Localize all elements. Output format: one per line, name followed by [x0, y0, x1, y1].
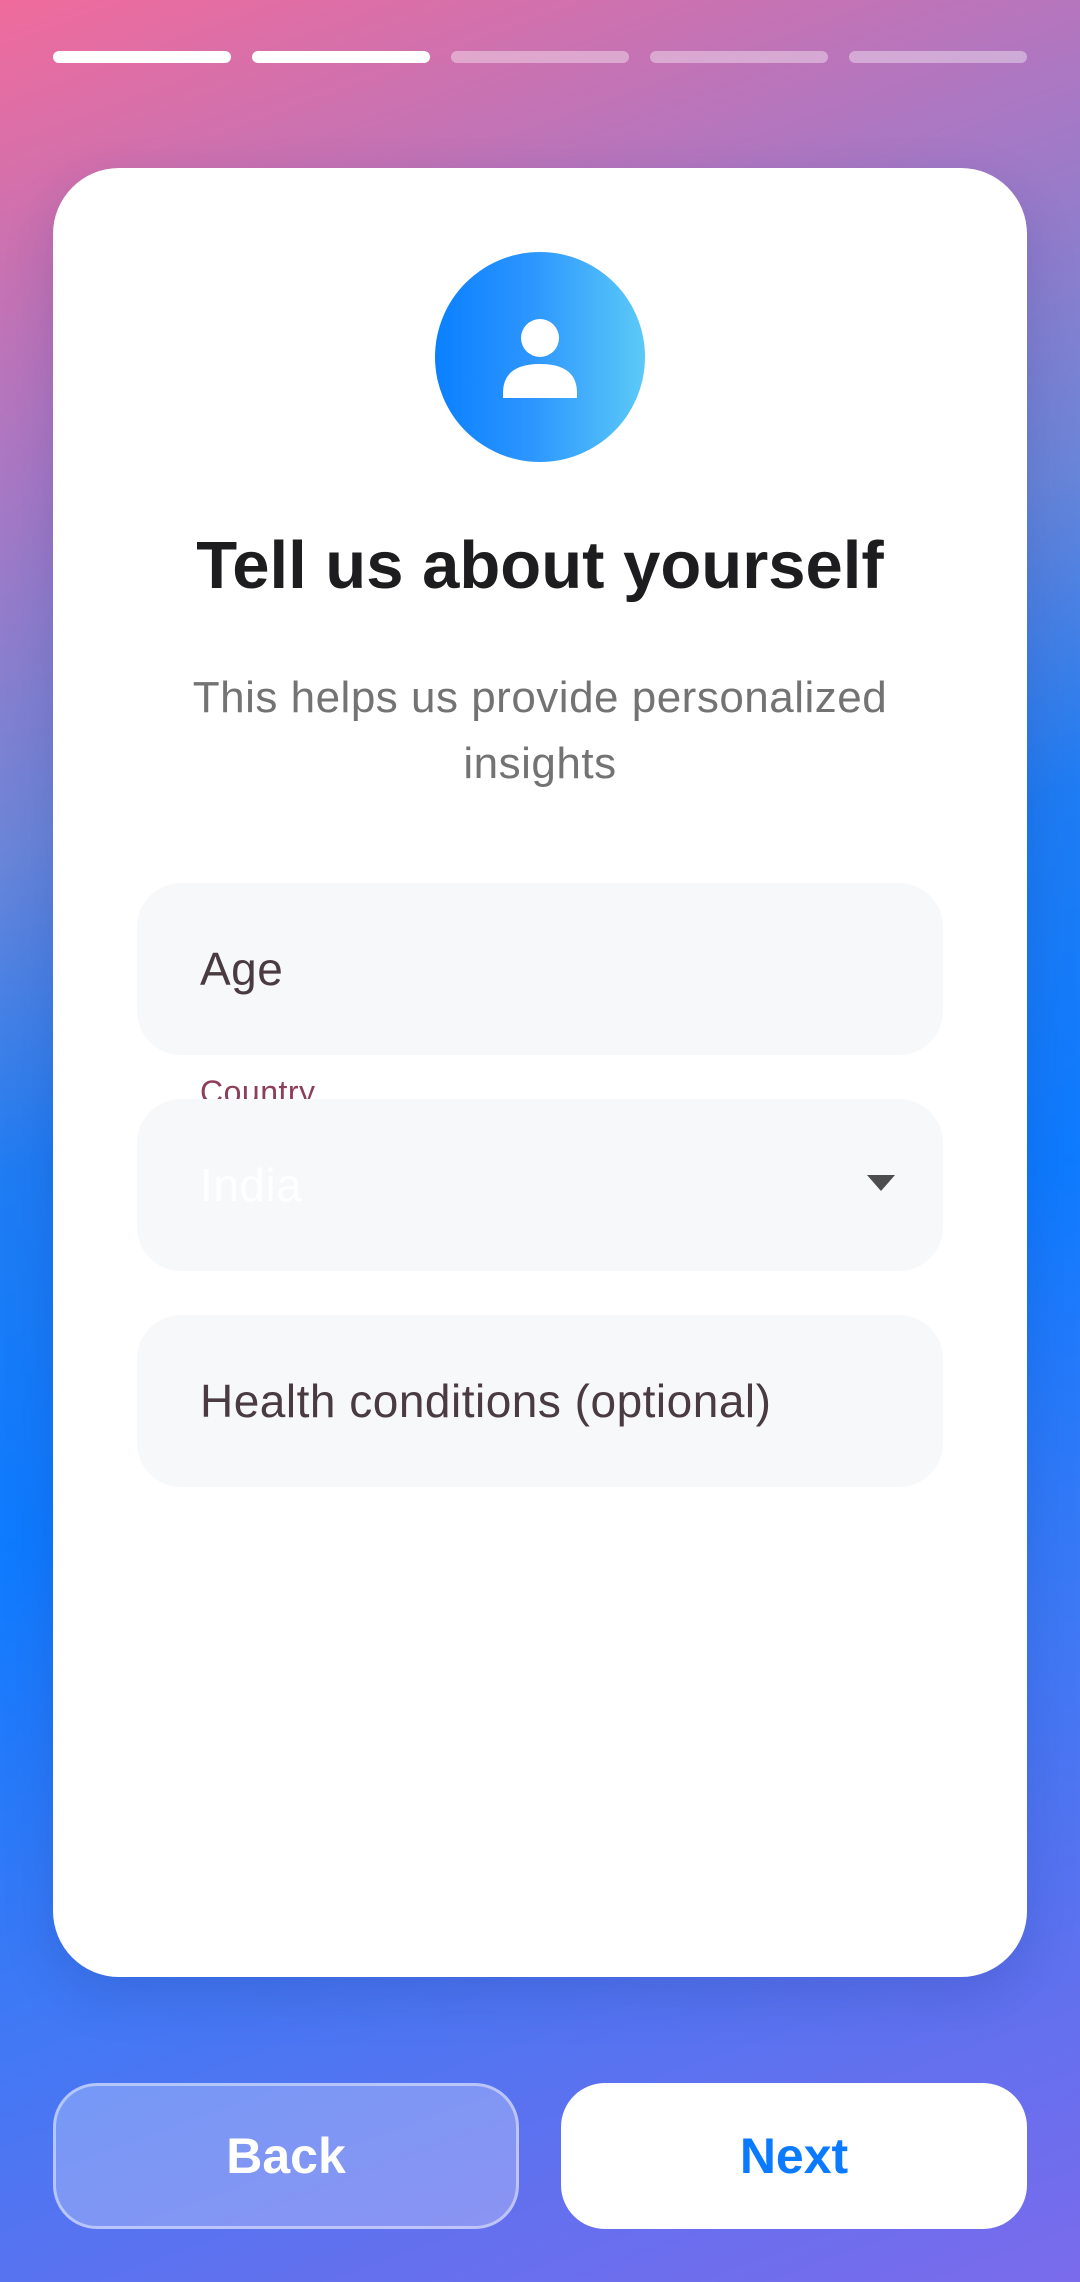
- health-conditions-field[interactable]: Health conditions (optional): [137, 1315, 943, 1487]
- person-icon: [503, 319, 577, 398]
- page-title: Tell us about yourself: [196, 528, 884, 603]
- country-select[interactable]: India: [137, 1099, 943, 1271]
- age-field[interactable]: Age: [137, 883, 943, 1055]
- profile-form-card: Tell us about yourself This helps us pro…: [53, 168, 1027, 1977]
- country-select-value: India: [200, 1159, 303, 1211]
- dropdown-arrow-icon: [867, 1175, 895, 1191]
- back-button[interactable]: Back: [53, 2083, 519, 2229]
- health-conditions-placeholder: Health conditions (optional): [200, 1375, 772, 1427]
- next-button[interactable]: Next: [561, 2083, 1027, 2229]
- page-subtitle: This helps us provide personalized insig…: [192, 673, 888, 788]
- progress-step-2: [252, 51, 430, 63]
- progress-step-3: [451, 51, 629, 63]
- age-field-placeholder: Age: [200, 943, 284, 995]
- step-progress-bar: [53, 51, 1027, 63]
- progress-step-4: [650, 51, 828, 63]
- progress-step-1: [53, 51, 231, 63]
- avatar: [435, 252, 645, 462]
- progress-step-5: [849, 51, 1027, 63]
